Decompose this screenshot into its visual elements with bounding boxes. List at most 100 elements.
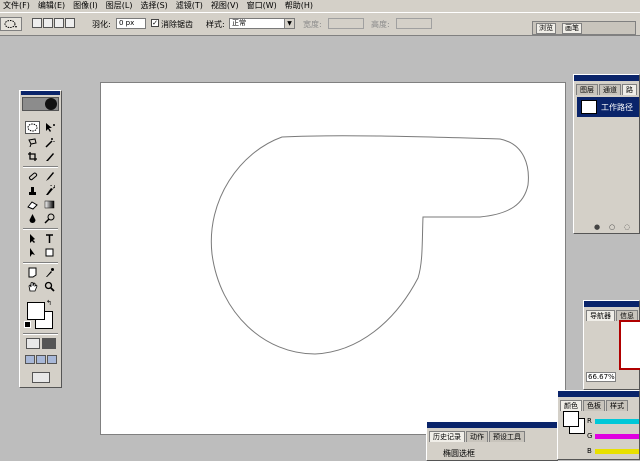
height-input[interactable]	[396, 18, 432, 29]
menu-image[interactable]: 图像(I)	[70, 0, 103, 12]
tab-tool-presets[interactable]: 预设工具	[489, 431, 525, 442]
slice-tool[interactable]	[42, 150, 57, 163]
feather-input[interactable]: 0 px	[116, 18, 146, 29]
tab-navigator[interactable]: 导航器	[586, 310, 615, 321]
menu-edit[interactable]: 编辑(E)	[35, 0, 70, 12]
blue-channel-label: B	[587, 447, 592, 455]
feather-label: 羽化:	[92, 20, 111, 29]
menu-view[interactable]: 视图(V)	[208, 0, 244, 12]
green-channel-slider[interactable]	[595, 434, 639, 439]
subtract-selection-button[interactable]	[54, 18, 64, 28]
quick-mask-mode-button[interactable]	[42, 338, 56, 349]
foreground-color-swatch[interactable]	[27, 302, 45, 320]
dodge-icon	[44, 213, 55, 224]
palette-well-tab-browse[interactable]: 浏览	[536, 23, 556, 34]
hand-icon	[28, 282, 38, 292]
panel-title-bar[interactable]	[584, 301, 639, 307]
gradient-icon	[44, 200, 55, 209]
tab-paths[interactable]: 路	[622, 84, 637, 95]
stroke-path-icon[interactable]: ○	[609, 223, 615, 231]
new-selection-button[interactable]	[32, 18, 42, 28]
pen-tool[interactable]	[25, 246, 40, 259]
document-canvas[interactable]	[100, 82, 566, 435]
fill-path-icon[interactable]: ●	[594, 223, 600, 231]
navigator-preview[interactable]	[619, 320, 640, 370]
antialias-checkbox[interactable]: ✓	[151, 19, 159, 27]
menu-help[interactable]: 帮助(H)	[282, 0, 318, 12]
lasso-tool[interactable]	[25, 136, 40, 149]
move-arrow-icon	[46, 123, 55, 132]
drop-icon	[29, 214, 36, 223]
eyedropper-tool[interactable]	[42, 266, 57, 279]
style-select[interactable]: 正常 ▼	[229, 18, 295, 29]
history-brush-icon	[46, 185, 55, 195]
crop-tool[interactable]	[25, 150, 40, 163]
swap-colors-icon[interactable]: ↰	[46, 299, 52, 307]
default-colors-icon[interactable]	[24, 321, 31, 328]
standard-screen-mode-button[interactable]	[25, 355, 35, 364]
load-selection-icon[interactable]: ◌	[624, 223, 630, 231]
rectangle-icon	[45, 248, 54, 257]
eraser-tool[interactable]	[25, 198, 40, 211]
tool-preset-picker[interactable]	[0, 17, 22, 31]
toolbox-divider	[23, 166, 58, 168]
type-t-icon	[46, 234, 53, 243]
tab-channels[interactable]: 通道	[599, 84, 621, 95]
zoom-tool[interactable]	[42, 280, 57, 293]
history-panel: 历史记录 动作 预设工具 椭圆选框	[426, 421, 558, 461]
tab-history[interactable]: 历史记录	[429, 431, 465, 442]
full-screen-menu-mode-button[interactable]	[36, 355, 46, 364]
menu-filter[interactable]: 滤镜(T)	[173, 0, 208, 12]
path-selection-tool[interactable]	[25, 232, 40, 245]
zoom-level-field[interactable]: 66.67%	[586, 372, 616, 382]
toolbox-divider	[23, 262, 58, 264]
healing-brush-tool[interactable]	[25, 170, 40, 183]
note-icon	[28, 267, 37, 278]
jump-to-imageready-button[interactable]	[32, 372, 50, 383]
knife-icon	[46, 153, 54, 161]
gradient-tool[interactable]	[42, 198, 57, 211]
intersect-selection-button[interactable]	[65, 18, 75, 28]
rectangle-shape-tool[interactable]	[42, 246, 57, 259]
photoshop-logo[interactable]	[22, 97, 59, 111]
history-state-item[interactable]: 椭圆选框	[443, 448, 475, 459]
brush-tool[interactable]	[42, 170, 57, 183]
menu-file[interactable]: 文件(F)	[0, 0, 35, 12]
red-channel-slider[interactable]	[595, 419, 639, 424]
path-list-item[interactable]: 工作路径	[577, 97, 639, 117]
add-selection-button[interactable]	[43, 18, 53, 28]
menu-layer[interactable]: 图层(L)	[103, 0, 138, 12]
work-path-shape	[210, 135, 529, 355]
color-foreground-swatch[interactable]	[563, 411, 579, 427]
notes-tool[interactable]	[25, 266, 40, 279]
move-tool[interactable]	[42, 121, 57, 134]
panel-title-bar[interactable]	[427, 422, 557, 428]
ellipse-marquee-tool[interactable]	[25, 121, 40, 134]
full-screen-mode-button[interactable]	[47, 355, 57, 364]
blue-channel-slider[interactable]	[595, 449, 639, 454]
tab-swatches[interactable]: 色板	[583, 400, 605, 411]
palette-well-tab-brushes[interactable]: 画笔	[562, 23, 582, 34]
menu-window[interactable]: 窗口(W)	[244, 0, 282, 12]
clone-stamp-tool[interactable]	[25, 184, 40, 197]
dodge-tool[interactable]	[42, 212, 57, 225]
palette-well: 浏览 画笔	[532, 21, 636, 35]
lasso-icon	[28, 138, 37, 148]
toolbox-title-bar[interactable]	[21, 91, 60, 95]
panel-title-bar[interactable]	[574, 75, 639, 81]
history-brush-tool[interactable]	[42, 184, 57, 197]
magic-wand-tool[interactable]	[42, 136, 57, 149]
tab-layers[interactable]: 图层	[576, 84, 598, 95]
type-tool[interactable]	[42, 232, 57, 245]
eye-icon	[45, 98, 57, 110]
tab-color[interactable]: 颜色	[560, 400, 582, 411]
tab-actions[interactable]: 动作	[466, 431, 488, 442]
hand-tool[interactable]	[25, 280, 40, 293]
blur-tool[interactable]	[25, 212, 40, 225]
menu-select[interactable]: 选择(S)	[137, 0, 172, 12]
tab-styles[interactable]: 样式	[606, 400, 628, 411]
magic-wand-icon	[45, 138, 55, 148]
standard-mode-button[interactable]	[26, 338, 40, 349]
width-input[interactable]	[328, 18, 364, 29]
panel-title-bar[interactable]	[558, 391, 639, 397]
